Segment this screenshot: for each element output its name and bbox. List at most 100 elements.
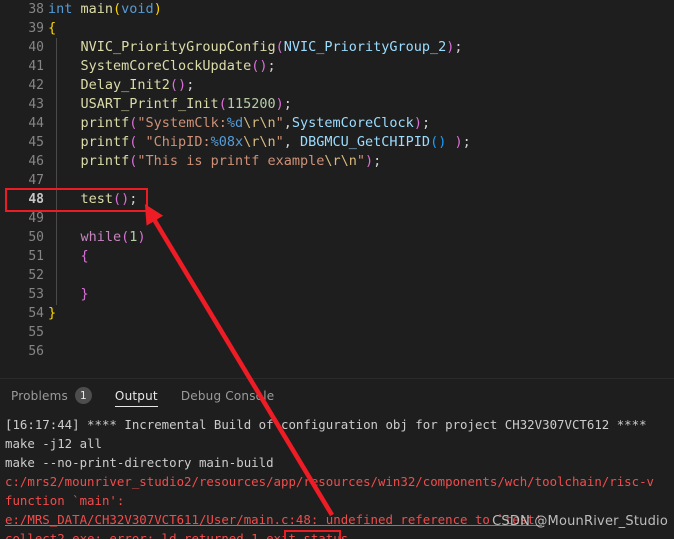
line-number: 41: [28, 59, 44, 74]
line-number: 47: [28, 173, 44, 188]
code-line[interactable]: 44 printf("SystemClk:%d\r\n",SystemCoreC…: [0, 114, 674, 133]
code-token: }: [48, 286, 89, 302]
line-number: 40: [28, 40, 44, 55]
code-token: Delay_Init2: [48, 77, 170, 93]
code-token: (): [113, 191, 130, 207]
code-line[interactable]: 38 int main(void): [0, 0, 674, 19]
code-text: {: [48, 19, 56, 38]
code-token: %d: [226, 115, 244, 131]
code-token: \r\n: [324, 153, 357, 169]
code-text: Delay_Init2();: [48, 76, 195, 95]
code-token: "ChipID:: [145, 134, 211, 150]
code-token: (: [218, 96, 227, 112]
code-token: {: [48, 248, 89, 264]
code-token: ": [356, 153, 366, 169]
code-token: ;: [129, 191, 138, 207]
output-line: [16:17:44] **** Incremental Build of con…: [5, 417, 647, 432]
line-number: 54: [28, 306, 44, 321]
code-token: (: [129, 134, 146, 150]
code-line[interactable]: 55: [0, 323, 674, 342]
code-line[interactable]: 53 }: [0, 285, 674, 304]
code-token: test: [48, 191, 114, 207]
code-text: while(1): [48, 228, 146, 247]
output-line: function `main':: [5, 493, 125, 508]
code-line[interactable]: 50 while(1): [0, 228, 674, 247]
code-text: test();: [48, 190, 138, 209]
code-token: USART_Printf_Init: [48, 96, 219, 112]
line-number: 38: [28, 2, 44, 17]
code-line-list[interactable]: 38 int main(void) 39 {40 NVIC_PriorityGroup…: [0, 0, 674, 361]
line-number: 51: [28, 249, 44, 264]
code-token: 115200: [226, 96, 276, 112]
code-token: \r\n: [243, 134, 276, 150]
code-line[interactable]: 51 {: [0, 247, 674, 266]
code-line[interactable]: 42 Delay_Init2();: [0, 76, 674, 95]
line-number: 50: [28, 230, 44, 245]
code-token: ): [365, 153, 374, 169]
code-line[interactable]: 48 test();: [0, 190, 674, 209]
line-number: 53: [28, 287, 44, 302]
code-line[interactable]: 46 printf("This is printf example\r\n");: [0, 152, 674, 171]
code-line[interactable]: 39 {: [0, 19, 674, 38]
code-token: "SystemClk:: [137, 115, 227, 131]
code-text: }: [48, 304, 56, 323]
code-token: ): [446, 134, 463, 150]
panel-tab-debug-console[interactable]: Debug Console: [181, 379, 286, 412]
code-token: "This is printf example: [137, 153, 325, 169]
code-text: NVIC_PriorityGroupConfig(NVIC_PriorityGr…: [48, 38, 463, 57]
code-token: (: [275, 39, 284, 55]
code-token: DBGMCU_GetCHIPID: [300, 134, 431, 150]
code-token: printf: [48, 115, 130, 131]
code-line[interactable]: 52: [0, 266, 674, 285]
line-number: 46: [28, 154, 44, 169]
code-line[interactable]: 47: [0, 171, 674, 190]
code-token: NVIC_PriorityGroupConfig: [48, 39, 276, 55]
code-text: int main(void): [48, 0, 162, 19]
code-text: printf("SystemClk:%d\r\n",SystemCoreCloc…: [48, 114, 431, 133]
output-console[interactable]: [16:17:44] **** Incremental Build of con…: [0, 412, 674, 539]
code-token: (): [251, 58, 268, 74]
code-token: (): [430, 134, 447, 150]
code-token: ;: [283, 96, 292, 112]
code-line[interactable]: 54}: [0, 304, 674, 323]
code-editor[interactable]: 38 int main(void) 39 {40 NVIC_PriorityGroup…: [0, 0, 674, 378]
output-line-list: [16:17:44] **** Incremental Build of con…: [5, 415, 674, 539]
code-text: printf("This is printf example\r\n");: [48, 152, 382, 171]
output-error-link[interactable]: e:/MRS_DATA/CH32V307VCT611/User/main.c:4…: [5, 510, 674, 529]
problems-count-badge: 1: [74, 387, 92, 404]
code-token: ;: [186, 77, 195, 93]
panel-tab-output[interactable]: Output: [114, 379, 169, 412]
code-token: ;: [462, 134, 471, 150]
code-line[interactable]: 40 NVIC_PriorityGroupConfig(NVIC_Priorit…: [0, 38, 674, 57]
code-token: ,: [283, 134, 301, 150]
line-number: 49: [28, 211, 44, 226]
line-number: 55: [28, 325, 44, 340]
output-line: make --no-print-directory main-build: [5, 455, 274, 470]
code-token: NVIC_PriorityGroup_2: [283, 39, 447, 55]
code-token: SystemCoreClock: [291, 115, 414, 131]
line-number: 45: [28, 135, 44, 150]
code-line[interactable]: 41 SystemCoreClockUpdate();: [0, 57, 674, 76]
line-number: 52: [28, 268, 44, 283]
line-number: 43: [28, 97, 44, 112]
code-text: USART_Printf_Init(115200);: [48, 95, 292, 114]
code-line[interactable]: 49: [0, 209, 674, 228]
code-line[interactable]: 45 printf( "ChipID:%08x\r\n", DBGMCU_Get…: [0, 133, 674, 152]
panel-tab-problems[interactable]: Problems 1: [11, 379, 103, 412]
code-line[interactable]: 43 USART_Printf_Init(115200);: [0, 95, 674, 114]
line-number: 39: [28, 21, 44, 36]
output-line: collect2.exe: error: ld returned 1 exit …: [5, 531, 349, 539]
code-token: (: [113, 1, 122, 17]
code-text: }: [48, 285, 89, 304]
code-token: while: [48, 229, 122, 245]
code-token: ;: [421, 115, 431, 131]
panel-tab-bar[interactable]: Problems 1 Output Debug Console: [0, 379, 674, 412]
code-line[interactable]: 56: [0, 342, 674, 361]
code-token: printf: [48, 134, 130, 150]
code-token: ): [413, 115, 422, 131]
code-token: ;: [454, 39, 463, 55]
code-token: \r\n: [243, 115, 276, 131]
line-number: 42: [28, 78, 44, 93]
line-number: 56: [28, 344, 44, 359]
panel-tab-label: Debug Console: [180, 388, 275, 403]
